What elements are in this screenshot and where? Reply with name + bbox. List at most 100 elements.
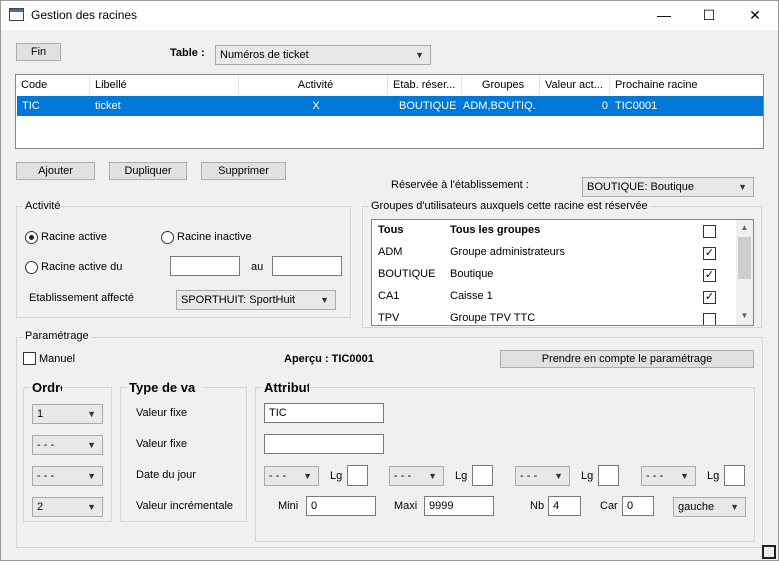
mini-field[interactable]: 0 xyxy=(306,496,376,516)
type-label-3: Date du jour xyxy=(136,469,196,481)
ordre-select-1[interactable]: 1 ▼ xyxy=(32,404,103,424)
attribut-fixe-1-field[interactable]: TIC xyxy=(264,403,384,423)
nb-field[interactable]: 4 xyxy=(548,496,581,516)
date-to-field[interactable] xyxy=(272,256,342,276)
list-item[interactable]: BOUTIQUE Boutique ✓ xyxy=(372,264,737,286)
resize-grip-icon[interactable] xyxy=(762,545,776,559)
group-checkbox[interactable] xyxy=(703,313,716,325)
list-item[interactable]: CA1 Caisse 1 ✓ xyxy=(372,286,737,308)
group-code: Tous xyxy=(378,224,404,236)
column-header-prochaine[interactable]: Prochaine racine xyxy=(610,75,763,95)
scrollbar-thumb[interactable] xyxy=(738,237,751,279)
scroll-up-icon[interactable]: ▲ xyxy=(736,223,753,232)
date-part-select-3[interactable]: - - - ▼ xyxy=(515,466,570,486)
group-name: Boutique xyxy=(450,268,494,280)
group-name: Groupe TPV TTC xyxy=(450,312,536,324)
ordre-value: 1 xyxy=(37,408,44,420)
etab-affecte-select[interactable]: SPORTHUIT: SportHuit ▼ xyxy=(176,290,336,310)
date-part-select-2[interactable]: - - - ▼ xyxy=(389,466,444,486)
column-header-groupes[interactable]: Groupes xyxy=(462,75,540,95)
group-checkbox[interactable]: ✓ xyxy=(703,269,716,282)
window-title: Gestion des racines xyxy=(31,8,138,22)
reserve-select-value: BOUTIQUE: Boutique xyxy=(587,181,694,193)
ordre-select-3[interactable]: - - - ▼ xyxy=(32,466,103,486)
cell-libelle: ticket xyxy=(95,100,121,112)
car-label: Car xyxy=(600,500,618,512)
chevron-down-icon: ▼ xyxy=(738,182,747,192)
reserve-select[interactable]: BOUTIQUE: Boutique ▼ xyxy=(582,177,754,197)
cell-code: TIC xyxy=(22,100,40,112)
title-bar: Gestion des racines — ☐ ✕ xyxy=(0,0,779,30)
align-value: gauche xyxy=(678,501,715,513)
date-part-value: - - - xyxy=(646,470,664,482)
racine-active-radio[interactable] xyxy=(25,231,38,244)
dupliquer-button[interactable]: Dupliquer xyxy=(109,162,187,180)
ajouter-button[interactable]: Ajouter xyxy=(16,162,95,180)
maxi-field[interactable]: 9999 xyxy=(424,496,494,516)
chevron-down-icon: ▼ xyxy=(680,471,689,481)
chevron-down-icon: ▼ xyxy=(87,440,96,450)
group-checkbox[interactable]: ✓ xyxy=(703,247,716,260)
cell-activite: X xyxy=(312,100,320,112)
groupes-list[interactable]: Tous Tous les groupes ADM Groupe adminis… xyxy=(371,219,754,326)
lg-field-4[interactable] xyxy=(724,465,745,486)
scroll-down-icon[interactable]: ▼ xyxy=(736,311,753,320)
prendre-en-compte-button[interactable]: Prendre en compte le paramétrage xyxy=(500,350,754,368)
etab-affecte-label: Etablissement affecté xyxy=(29,292,134,304)
date-part-select-1[interactable]: - - - ▼ xyxy=(264,466,319,486)
ordre-select-2[interactable]: - - - ▼ xyxy=(32,435,103,455)
column-header-code[interactable]: Code xyxy=(16,75,90,95)
racine-inactive-radio[interactable] xyxy=(161,231,174,244)
supprimer-button[interactable]: Supprimer xyxy=(201,162,286,180)
racine-inactive-label: Racine inactive xyxy=(177,231,252,243)
attribut-fixe-2-field[interactable] xyxy=(264,434,384,454)
parametrage-title: Paramétrage xyxy=(23,330,91,342)
fin-button[interactable]: Fin xyxy=(16,43,61,61)
column-header-activite[interactable]: Activité xyxy=(239,75,388,95)
type-valeur-title: Type de va xyxy=(127,380,203,395)
lg-field-2[interactable] xyxy=(472,465,493,486)
table-select[interactable]: Numéros de ticket ▼ xyxy=(215,45,431,65)
list-item[interactable]: TPV Groupe TPV TTC xyxy=(372,308,737,325)
chevron-down-icon: ▼ xyxy=(320,295,329,305)
lg-field-1[interactable] xyxy=(347,465,368,486)
table-label: Table : xyxy=(170,47,205,59)
group-checkbox[interactable] xyxy=(703,225,716,238)
list-item[interactable]: Tous Tous les groupes xyxy=(372,220,737,242)
car-field[interactable]: 0 xyxy=(622,496,654,516)
date-part-select-4[interactable]: - - - ▼ xyxy=(641,466,696,486)
chevron-down-icon: ▼ xyxy=(87,471,96,481)
table-row[interactable]: TIC ticket X BOUTIQUE ADM,BOUTIQ... 0 TI… xyxy=(17,96,763,116)
maximize-button[interactable]: ☐ xyxy=(686,0,732,30)
group-name: Groupe administrateurs xyxy=(450,246,565,258)
ordre-select-4[interactable]: 2 ▼ xyxy=(32,497,103,517)
ordre-title: Ordre xyxy=(30,380,62,395)
groupes-scrollbar[interactable]: ▲ ▼ xyxy=(736,220,753,325)
align-select[interactable]: gauche ▼ xyxy=(673,497,746,517)
column-header-valeur[interactable]: Valeur act... xyxy=(540,75,610,95)
cell-prochaine: TIC0001 xyxy=(615,100,658,112)
column-header-etab[interactable]: Etab. réser... xyxy=(388,75,462,95)
racine-active-du-radio[interactable] xyxy=(25,261,38,274)
group-code: ADM xyxy=(378,246,403,258)
close-button[interactable]: ✕ xyxy=(732,0,778,30)
lg-field-3[interactable] xyxy=(598,465,619,486)
column-header-libelle[interactable]: Libellé xyxy=(90,75,239,95)
lg-label: Lg xyxy=(707,470,720,482)
minimize-button[interactable]: — xyxy=(641,0,687,30)
attribut-title: Attribut xyxy=(262,380,309,395)
date-part-value: - - - xyxy=(269,470,287,482)
etab-affecte-value: SPORTHUIT: SportHuit xyxy=(181,294,296,306)
chevron-down-icon: ▼ xyxy=(428,471,437,481)
date-from-field[interactable] xyxy=(170,256,240,276)
group-code: CA1 xyxy=(378,290,400,302)
list-item[interactable]: ADM Groupe administrateurs ✓ xyxy=(372,242,737,264)
window-icon xyxy=(9,8,24,21)
manuel-checkbox[interactable] xyxy=(23,352,36,365)
racines-table[interactable]: Code Libellé Activité Etab. réser... Gro… xyxy=(15,74,764,149)
group-code: BOUTIQUE xyxy=(378,268,436,280)
lg-label: Lg xyxy=(455,470,468,482)
chevron-down-icon: ▼ xyxy=(303,471,312,481)
date-part-value: - - - xyxy=(520,470,538,482)
group-checkbox[interactable]: ✓ xyxy=(703,291,716,304)
